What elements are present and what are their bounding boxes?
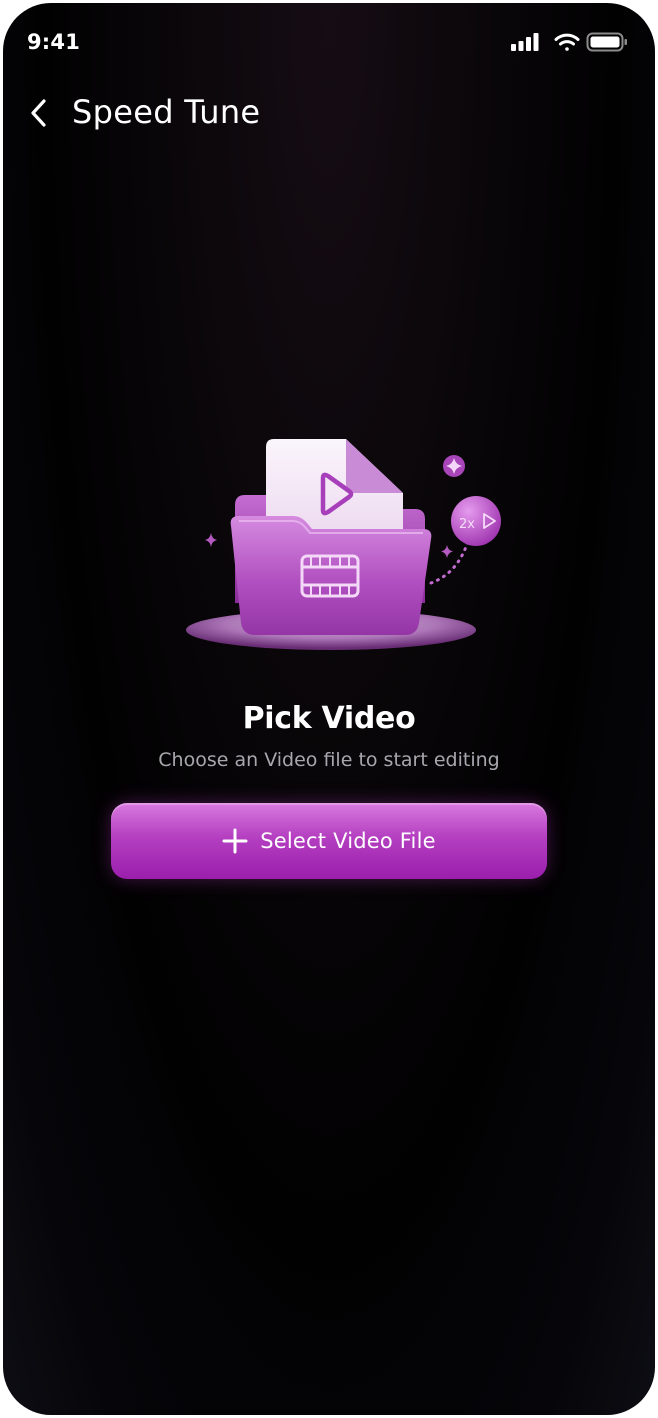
- select-video-file-label: Select Video File: [260, 829, 436, 853]
- sparkle-icon: [205, 533, 217, 547]
- motion-trail: [429, 539, 470, 585]
- empty-state-illustration: 2x: [3, 423, 655, 673]
- empty-state-subtitle: Choose an Video file to start editing: [158, 749, 500, 771]
- sound-wave-icon: [444, 561, 553, 621]
- speed-badge-label: 2x: [459, 517, 475, 532]
- status-icons: [511, 31, 631, 53]
- plus-icon: [222, 828, 248, 854]
- back-button[interactable]: [23, 93, 63, 133]
- empty-state-title: Pick Video: [242, 701, 416, 736]
- sparkle-icon: [441, 545, 453, 558]
- cellular-signal-icon: [511, 33, 539, 51]
- chevron-left-icon: [31, 99, 46, 127]
- select-video-file-button[interactable]: Select Video File: [111, 803, 547, 879]
- wifi-icon: [554, 33, 580, 51]
- app-screen: 9:41 Speed Tune 2x Pick Video Choose an …: [3, 3, 655, 1415]
- sparkle-icon: [443, 455, 465, 477]
- status-time: 9:41: [27, 30, 81, 54]
- battery-icon: [586, 32, 627, 52]
- speed-badge: 2x: [451, 496, 501, 546]
- page-title: Speed Tune: [72, 93, 261, 131]
- sound-wave-icon: [106, 561, 215, 621]
